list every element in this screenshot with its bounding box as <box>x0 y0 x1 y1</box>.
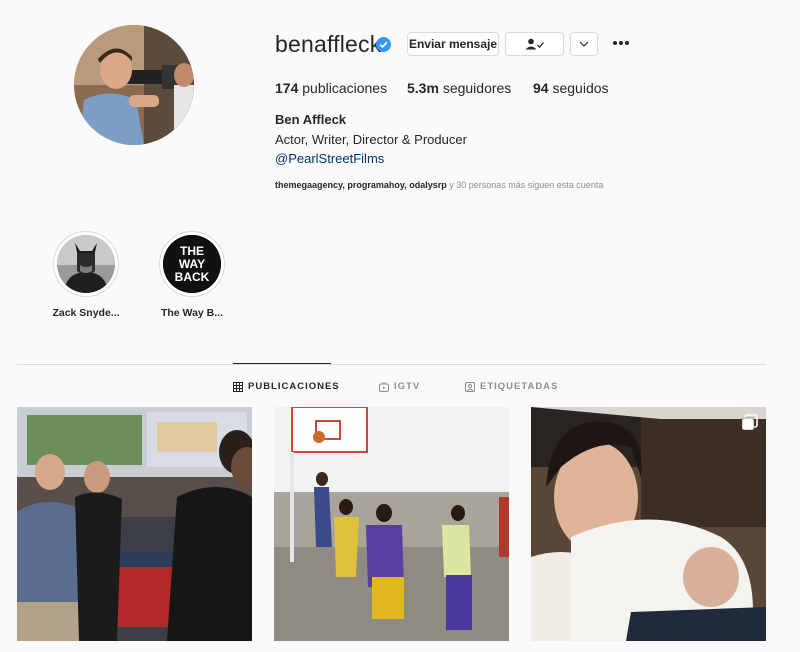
following-label: seguidos <box>552 80 609 96</box>
post-thumbnail[interactable] <box>274 407 509 641</box>
tab-label: IGTV <box>394 381 421 392</box>
followed-by-names: themegaagency, programahoy, odalysrp <box>275 180 447 190</box>
tab-label: PUBLICACIONES <box>248 381 340 392</box>
more-options-icon[interactable] <box>612 38 630 48</box>
chevron-down-icon <box>579 41 589 47</box>
followed-by-rest: y 30 personas más siguen esta cuenta <box>449 180 604 190</box>
logo-line-2: WAY <box>179 257 205 271</box>
followers-stat[interactable]: 5.3m seguidores <box>407 80 511 96</box>
highlight-label: Zack Snyde... <box>52 307 120 319</box>
profile-avatar[interactable] <box>74 25 194 145</box>
posts-label: publicaciones <box>302 80 388 96</box>
post-image-control-room <box>17 407 252 641</box>
followers-count: 5.3m <box>407 80 439 96</box>
user-check-icon <box>525 38 544 50</box>
logo-line-1: THE <box>180 244 204 258</box>
profile-username: benaffleck <box>275 31 382 57</box>
posts-count: 174 <box>275 80 299 96</box>
profile-full-name: Ben Affleck <box>275 112 347 127</box>
tab-igtv[interactable]: IGTV <box>379 381 420 392</box>
post-image-woman-baby <box>531 407 766 641</box>
post-thumbnail[interactable] <box>531 407 766 641</box>
post-image-basketball <box>274 407 509 641</box>
tab-label: ETIQUETADAS <box>480 381 559 392</box>
profile-bio: Actor, Writer, Director & Producer <box>275 132 467 147</box>
tab-publicaciones[interactable]: PUBLICACIONES <box>233 381 340 392</box>
highlight-the-way-back[interactable]: THE WAY BACK <box>159 231 225 297</box>
tab-etiquetadas[interactable]: ETIQUETADAS <box>465 381 558 392</box>
posts-count-stat: 174 publicaciones <box>275 80 387 96</box>
following-count: 94 <box>533 80 549 96</box>
post-thumbnail[interactable] <box>17 407 252 641</box>
highlight-cover: THE WAY BACK <box>163 235 221 293</box>
highlight-zack-snyder[interactable] <box>53 231 119 297</box>
logo-line-3: BACK <box>175 270 210 284</box>
grid-icon <box>233 381 243 392</box>
following-stat[interactable]: 94 seguidos <box>533 80 609 96</box>
highlight-label: The Way B... <box>160 307 224 319</box>
followers-label: seguidores <box>442 80 512 96</box>
the-way-back-logo: THE WAY BACK <box>163 235 221 293</box>
following-button[interactable] <box>505 32 564 56</box>
profile-link[interactable]: @PearlStreetFilms <box>275 151 384 166</box>
suggestions-dropdown-button[interactable] <box>570 32 598 56</box>
send-message-button[interactable]: Enviar mensaje <box>407 32 499 56</box>
highlight-cover <box>57 235 115 293</box>
tabs-divider <box>17 364 766 365</box>
verified-badge-icon <box>376 37 391 52</box>
active-tab-indicator <box>233 363 331 364</box>
batman-cover-image <box>57 235 115 293</box>
avatar-image <box>74 25 194 145</box>
igtv-icon <box>379 381 389 392</box>
tagged-icon <box>465 381 475 392</box>
followed-by[interactable]: themegaagency, programahoy, odalysrp y 3… <box>275 180 603 190</box>
